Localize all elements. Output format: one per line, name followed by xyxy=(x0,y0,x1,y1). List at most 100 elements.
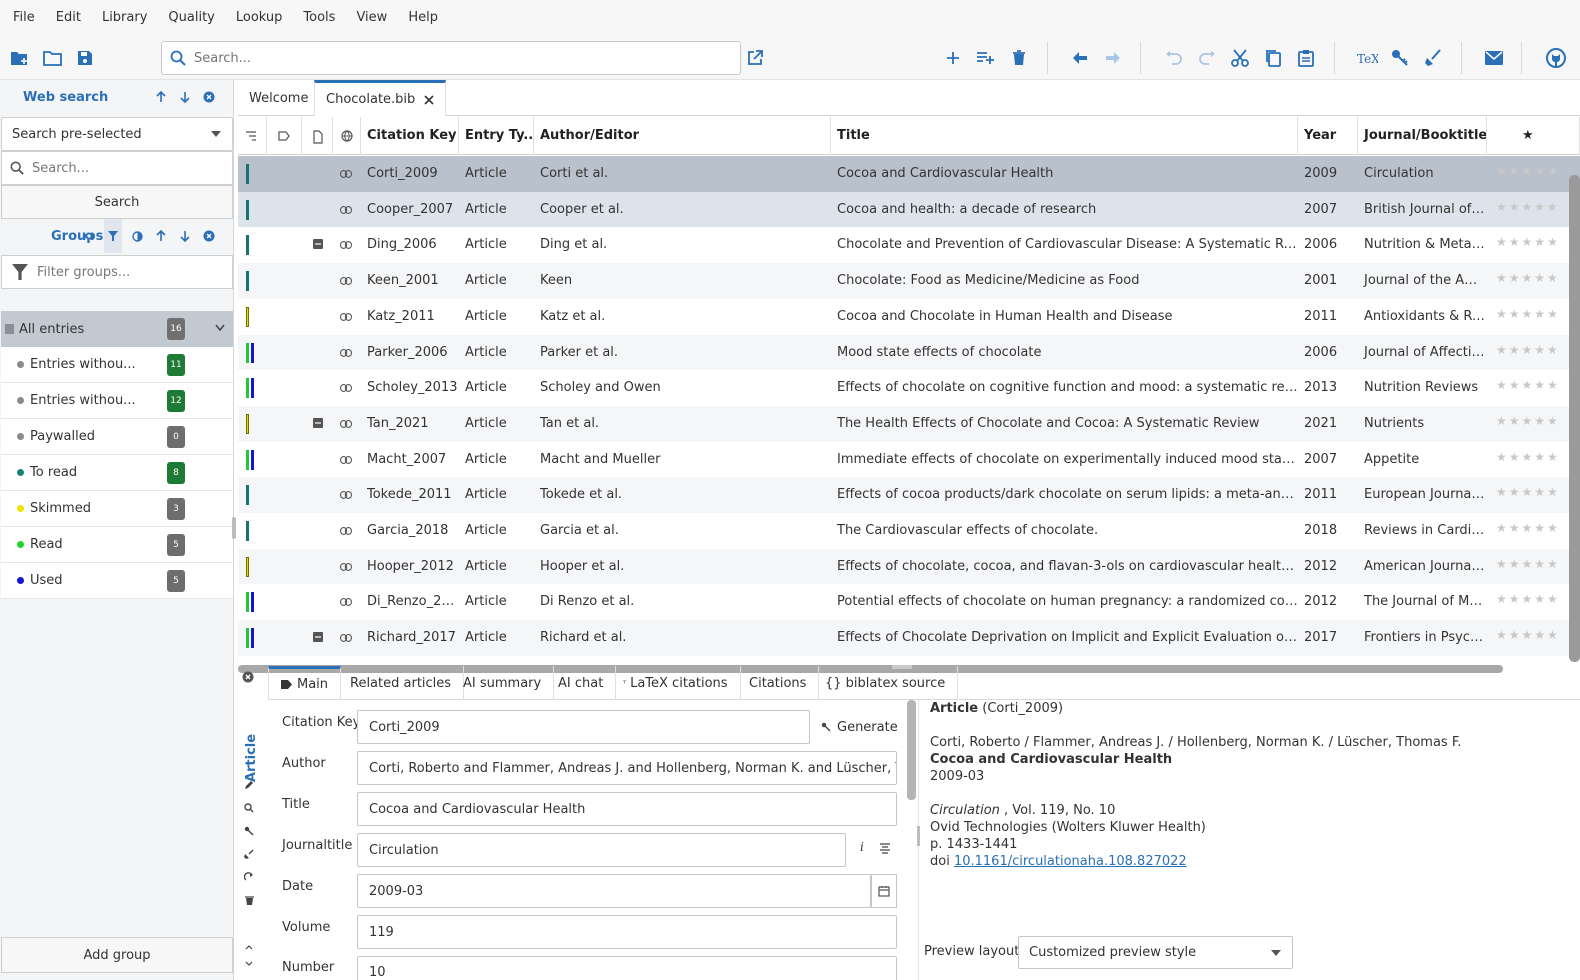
group-entries-without-1[interactable]: Entries withou... 11 xyxy=(1,347,233,383)
close-icon[interactable] xyxy=(424,94,434,105)
add-group-button[interactable]: Add group xyxy=(1,937,233,973)
rank-stars[interactable]: ★★★★★ xyxy=(1496,628,1560,642)
file-icon[interactable] xyxy=(313,632,323,643)
menu-lookup[interactable]: Lookup xyxy=(229,0,290,36)
rank-stars[interactable]: ★★★★★ xyxy=(1496,271,1560,285)
search-icon[interactable] xyxy=(242,801,256,815)
rank-stars[interactable]: ★★★★★ xyxy=(1496,343,1560,357)
menu-view[interactable]: View xyxy=(349,0,394,36)
web-search-field[interactable]: Search... xyxy=(1,151,233,185)
header-rank-star[interactable]: ★ xyxy=(1487,117,1580,155)
pane-divider-handle[interactable] xyxy=(232,517,236,539)
eye-icon[interactable] xyxy=(80,219,98,253)
edit-pencil-icon[interactable] xyxy=(242,778,256,792)
tab-related-articles[interactable]: Related articles xyxy=(338,666,465,700)
move-up-icon[interactable] xyxy=(152,219,170,253)
move-down-icon[interactable] xyxy=(176,80,194,114)
tab-ai-summary[interactable]: AI summary xyxy=(451,666,555,700)
fields-scrollbar[interactable] xyxy=(907,700,916,800)
paste-icon[interactable] xyxy=(1294,46,1318,70)
header-citation-key[interactable]: Citation Key xyxy=(361,117,459,155)
link-icon[interactable] xyxy=(340,348,352,357)
web-search-button[interactable]: Search xyxy=(1,185,233,219)
table-row[interactable]: Richard_2017 Article Richard et al. Effects… xyxy=(238,620,1580,657)
table-row[interactable]: Katz_2011 Article Katz et al. Cocoa and Cho… xyxy=(238,298,1580,335)
close-pane-icon[interactable] xyxy=(200,219,218,253)
redo-icon[interactable] xyxy=(1195,46,1219,70)
undo-icon[interactable] xyxy=(1162,46,1186,70)
tab-main[interactable]: Main xyxy=(268,666,342,700)
rank-stars[interactable]: ★★★★★ xyxy=(1496,414,1560,428)
header-author[interactable]: Author/Editor xyxy=(534,117,831,155)
rank-stars[interactable]: ★★★★★ xyxy=(1496,378,1560,392)
preview-layout-select[interactable]: Customized preview style xyxy=(1018,936,1293,969)
delete-entry-icon[interactable] xyxy=(1007,46,1031,70)
github-icon[interactable] xyxy=(1544,46,1568,70)
rank-stars[interactable]: ★★★★★ xyxy=(1496,164,1560,178)
tex-icon[interactable]: TeX xyxy=(1355,46,1379,70)
header-file-icon[interactable] xyxy=(302,117,333,155)
new-library-icon[interactable] xyxy=(8,46,32,70)
date-field[interactable]: 2009-03 xyxy=(357,874,871,908)
chevron-up-icon[interactable] xyxy=(242,940,256,954)
file-icon[interactable] xyxy=(313,417,323,428)
tab-biblatex-source[interactable]: {} biblatex source xyxy=(813,666,959,700)
link-icon[interactable] xyxy=(340,312,352,321)
table-row[interactable]: Keen_2001 Article Keen Chocolate: Food as M… xyxy=(238,263,1580,300)
header-groups-icon[interactable] xyxy=(238,117,267,155)
rank-stars[interactable]: ★★★★★ xyxy=(1496,235,1560,249)
close-editor-icon[interactable] xyxy=(242,671,254,683)
cleanup-brush-icon[interactable] xyxy=(1421,46,1445,70)
group-read[interactable]: Read 5 xyxy=(1,527,233,563)
group-skimmed[interactable]: Skimmed 3 xyxy=(1,491,233,527)
open-library-icon[interactable] xyxy=(41,46,65,70)
rank-stars[interactable]: ★★★★★ xyxy=(1496,557,1560,571)
close-pane-icon[interactable] xyxy=(200,80,218,114)
key-icon[interactable] xyxy=(242,824,256,838)
add-entry-icon[interactable] xyxy=(941,46,965,70)
menu-edit[interactable]: Edit xyxy=(49,0,88,36)
table-row[interactable]: Di_Renzo_2012 Article Di Renzo et al. Poten… xyxy=(238,584,1580,621)
table-row[interactable]: Tokede_2011 Article Tokede et al. Effects o… xyxy=(238,477,1580,514)
intersection-icon[interactable] xyxy=(128,219,146,253)
file-icon[interactable] xyxy=(313,239,323,250)
menu-help[interactable]: Help xyxy=(401,0,445,36)
header-title[interactable]: Title xyxy=(831,117,1298,155)
table-row[interactable]: Cooper_2007 Article Cooper et al. Cocoa and… xyxy=(238,191,1580,228)
header-year[interactable]: Year xyxy=(1298,117,1358,155)
generate-key-button[interactable]: Generate xyxy=(821,710,898,744)
group-to-read[interactable]: To read 8 xyxy=(1,455,233,491)
table-row[interactable]: Parker_2006 Article Parker et al. Mood stat… xyxy=(238,334,1580,371)
rank-stars[interactable]: ★★★★★ xyxy=(1496,200,1560,214)
forward-arrow-icon[interactable] xyxy=(1101,46,1125,70)
table-row[interactable]: Tan_2021 Article Tan et al. The Health Effe… xyxy=(238,405,1580,442)
rank-stars[interactable]: ★★★★★ xyxy=(1496,450,1560,464)
move-up-icon[interactable] xyxy=(152,80,170,114)
rank-stars[interactable]: ★★★★★ xyxy=(1496,307,1560,321)
rank-stars[interactable]: ★★★★★ xyxy=(1496,485,1560,499)
link-icon[interactable] xyxy=(340,241,352,250)
group-entries-without-2[interactable]: Entries withou... 12 xyxy=(1,383,233,419)
tab-welcome[interactable]: Welcome xyxy=(238,80,319,116)
header-entry-type[interactable]: Entry Ty... xyxy=(459,117,534,155)
align-icon[interactable] xyxy=(879,843,891,854)
table-row[interactable]: Corti_2009 Article Corti et al. Cocoa and C… xyxy=(238,156,1580,192)
add-entry-from-id-icon[interactable] xyxy=(974,46,998,70)
tab-latex-citations[interactable]: ᵀ LaTeX citations xyxy=(611,666,741,700)
number-field[interactable]: 10 xyxy=(357,956,897,980)
author-field[interactable]: Corti, Roberto and Flammer, Andreas J. a… xyxy=(357,751,897,785)
link-icon[interactable] xyxy=(340,384,352,393)
menu-tools[interactable]: Tools xyxy=(296,0,342,36)
title-field[interactable]: Cocoa and Cardiovascular Health xyxy=(357,792,897,826)
link-icon[interactable] xyxy=(340,455,352,464)
link-icon[interactable] xyxy=(340,527,352,535)
link-icon[interactable] xyxy=(340,491,352,500)
abbreviation-icon[interactable]: i xyxy=(860,840,864,854)
link-icon[interactable] xyxy=(340,205,352,214)
preview-divider-handle[interactable] xyxy=(917,826,920,846)
link-icon[interactable] xyxy=(340,634,352,643)
preview-doi-link[interactable]: 10.1161/circulationaha.108.827022 xyxy=(954,854,1187,869)
link-icon[interactable] xyxy=(340,170,352,178)
group-paywalled[interactable]: Paywalled 0 xyxy=(1,419,233,455)
menu-library[interactable]: Library xyxy=(95,0,154,36)
